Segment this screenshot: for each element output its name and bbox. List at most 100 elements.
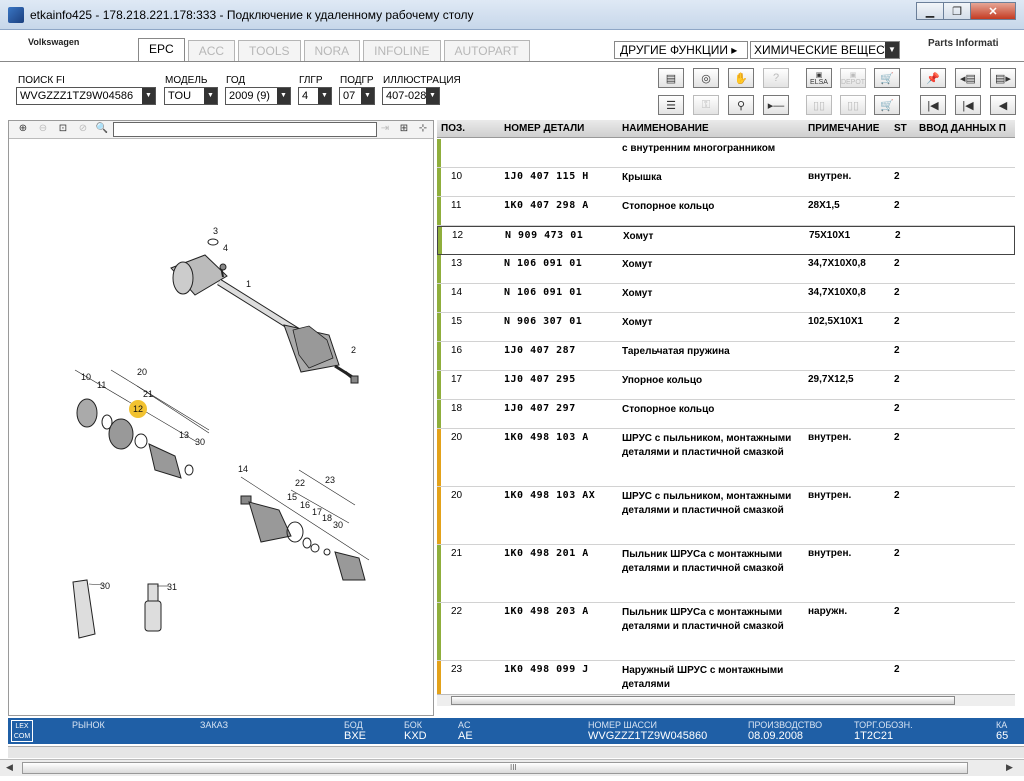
callout-3[interactable]: 3: [213, 226, 218, 236]
table-row[interactable]: 12 N 909 473 01 Хомут 75X10X1 2: [437, 226, 1015, 255]
table-row[interactable]: 20 1K0 498 103 A ШРУС с пыльником, монтажн…: [437, 429, 1015, 487]
next-page-button[interactable]: ▤▸: [990, 68, 1016, 88]
cart-add-button[interactable]: 🛒: [874, 95, 900, 115]
model-select[interactable]: TOU ▼: [164, 87, 218, 105]
inner-cv-joint-group[interactable]: [74, 369, 210, 479]
handshake-button[interactable]: ✋: [728, 68, 754, 88]
table-row[interactable]: 11 1K0 407 298 A Стопорное кольцо 28X1,5 2: [437, 197, 1015, 226]
callout-17[interactable]: 17: [312, 507, 322, 517]
print-button[interactable]: ▤: [658, 68, 684, 88]
disc-button[interactable]: ◎: [693, 68, 719, 88]
callout-20[interactable]: 20: [137, 367, 147, 377]
table-row[interactable]: 13 N 106 091 01 Хомут 34,7X10X0,8 2: [437, 255, 1015, 284]
table-row[interactable]: 18 1J0 407 297 Стопорное кольцо 2: [437, 400, 1015, 429]
search-button[interactable]: 🔍: [94, 122, 110, 137]
callout-30-b[interactable]: 30: [333, 520, 343, 530]
table-row[interactable]: с внутренним многогранником: [437, 139, 1015, 168]
table-row[interactable]: 10 1J0 407 115 H Крышка внутрен. 2: [437, 168, 1015, 197]
elsa-button[interactable]: ▣ ELSA: [806, 68, 832, 88]
play-button[interactable]: ▸—: [763, 95, 789, 115]
tab-acc[interactable]: ACC: [187, 40, 236, 62]
pin-button[interactable]: 📌: [920, 68, 946, 88]
table-row[interactable]: 23 1K0 498 099 J Наружный ШРУС с монтажным…: [437, 661, 1015, 694]
callout-12[interactable]: 12: [133, 404, 143, 414]
col-part-no[interactable]: НОМЕР ДЕТАЛИ: [504, 123, 584, 134]
callout-21[interactable]: 21: [143, 389, 153, 399]
window-horizontal-scrollbar[interactable]: ◀ III ▶: [0, 759, 1024, 776]
col-note[interactable]: ПРИМЕЧАНИЕ: [808, 123, 879, 134]
table-row[interactable]: 21 1K0 498 201 A Пыльник ШРУСа с монтажным…: [437, 545, 1015, 603]
table-horizontal-scrollbar[interactable]: [437, 694, 1015, 706]
zoom-out-button[interactable]: ⊖: [35, 122, 51, 137]
zoom-reset-button[interactable]: ⊘: [75, 122, 91, 137]
search-fi-select[interactable]: WVGZZZ1TZ9W04586 ▼: [16, 87, 156, 105]
window-scroll-thumb[interactable]: III: [22, 762, 968, 774]
callout-31[interactable]: 31: [167, 582, 177, 592]
other-functions-button[interactable]: ДРУГИЕ ФУНКЦИИ ▸: [614, 41, 748, 59]
cart-button[interactable]: 🛒: [874, 68, 900, 88]
table-scroll-thumb[interactable]: [451, 696, 955, 705]
callout-11[interactable]: 11: [97, 380, 106, 390]
tab-nora[interactable]: NORA: [303, 40, 361, 62]
expand-button[interactable]: ⊹: [415, 122, 431, 137]
key-button[interactable]: ⚿: [693, 95, 719, 115]
chemicals-select[interactable]: ХИМИЧЕСКИЕ ВЕЩЕСТ ▼: [750, 41, 900, 59]
table-row[interactable]: 16 1J0 407 287 Тарельчатая пружина 2: [437, 342, 1015, 371]
sub-group-select[interactable]: 07 ▼: [339, 87, 375, 105]
callout-14[interactable]: 14: [238, 464, 248, 474]
minimize-button[interactable]: ▁: [916, 2, 944, 20]
table-row[interactable]: 14 N 106 091 01 Хомут 34,7X10X0,8 2: [437, 284, 1015, 313]
callout-13[interactable]: 13: [179, 430, 189, 440]
callout-23[interactable]: 23: [325, 475, 335, 485]
bolt-part[interactable]: [344, 370, 359, 384]
table-row[interactable]: 15 N 906 307 01 Хомут 102,5X10X1 2: [437, 313, 1015, 342]
year-select[interactable]: 2009 (9) ▼: [225, 87, 291, 105]
callout-16[interactable]: 16: [300, 500, 310, 510]
bike-button[interactable]: ⚲: [728, 95, 754, 115]
scroll-right-icon[interactable]: ▶: [1006, 762, 1013, 773]
table-row[interactable]: 22 1K0 498 203 A Пыльник ШРУСа с монтажным…: [437, 603, 1015, 661]
compare-button[interactable]: ▯▯: [806, 95, 832, 115]
illustration-search-input[interactable]: [113, 122, 377, 137]
first-button[interactable]: |◀: [920, 95, 946, 115]
zoom-fit-button[interactable]: ⊡: [55, 122, 71, 137]
zoom-in-button[interactable]: ⊕: [15, 122, 31, 137]
illustration-select[interactable]: 407-028 ▼: [382, 87, 440, 105]
tab-autopart[interactable]: AUTOPART: [443, 40, 530, 62]
callout-22[interactable]: 22: [295, 478, 305, 488]
callout-1[interactable]: 1: [246, 279, 251, 289]
sleeve-part[interactable]: [144, 583, 169, 632]
scroll-left-icon[interactable]: ◀: [6, 762, 13, 773]
depot-button[interactable]: ▣ DEPOT: [840, 68, 866, 88]
restore-button[interactable]: ❐: [943, 2, 971, 20]
callout-30-a[interactable]: 30: [195, 437, 205, 447]
col-name[interactable]: НАИМЕНОВАНИЕ: [622, 123, 709, 134]
callout-2[interactable]: 2: [351, 345, 356, 355]
close-button[interactable]: ✕: [970, 2, 1016, 20]
main-group-select[interactable]: 4 ▼: [298, 87, 332, 105]
drive-shaft-part[interactable]: [170, 254, 355, 380]
cart-add-icon: 🛒: [880, 99, 894, 112]
col-st[interactable]: ST: [894, 123, 907, 134]
grid-button[interactable]: ⊞: [396, 122, 412, 137]
help-button[interactable]: ?: [763, 68, 789, 88]
col-pos[interactable]: ПОЗ.: [441, 123, 465, 134]
tab-epc[interactable]: EPC: [138, 38, 185, 62]
callout-18[interactable]: 18: [322, 513, 332, 523]
copy-button[interactable]: ▯▯: [840, 95, 866, 115]
list-button[interactable]: ☰: [658, 95, 684, 115]
col-input[interactable]: ВВОД ДАННЫХ П: [919, 123, 1006, 134]
tab-tools[interactable]: TOOLS: [238, 40, 301, 62]
split-button[interactable]: ⇥: [377, 122, 393, 137]
table-row[interactable]: 20 1K0 498 103 AX ШРУС с пыльником, монтаж…: [437, 487, 1015, 545]
prev-button[interactable]: |◀: [955, 95, 981, 115]
callout-30-c[interactable]: 30: [100, 581, 110, 591]
table-row[interactable]: 17 1J0 407 295 Упорное кольцо 29,7X12,5 2: [437, 371, 1015, 400]
prev-page-button[interactable]: ◂▤: [955, 68, 981, 88]
callout-4[interactable]: 4: [223, 243, 228, 253]
callout-15[interactable]: 15: [287, 492, 297, 502]
tab-infoline[interactable]: INFOLINE: [363, 40, 441, 62]
callout-10[interactable]: 10: [81, 372, 91, 382]
grease-tube-part[interactable]: [72, 579, 104, 639]
back-button[interactable]: ◀: [990, 95, 1016, 115]
